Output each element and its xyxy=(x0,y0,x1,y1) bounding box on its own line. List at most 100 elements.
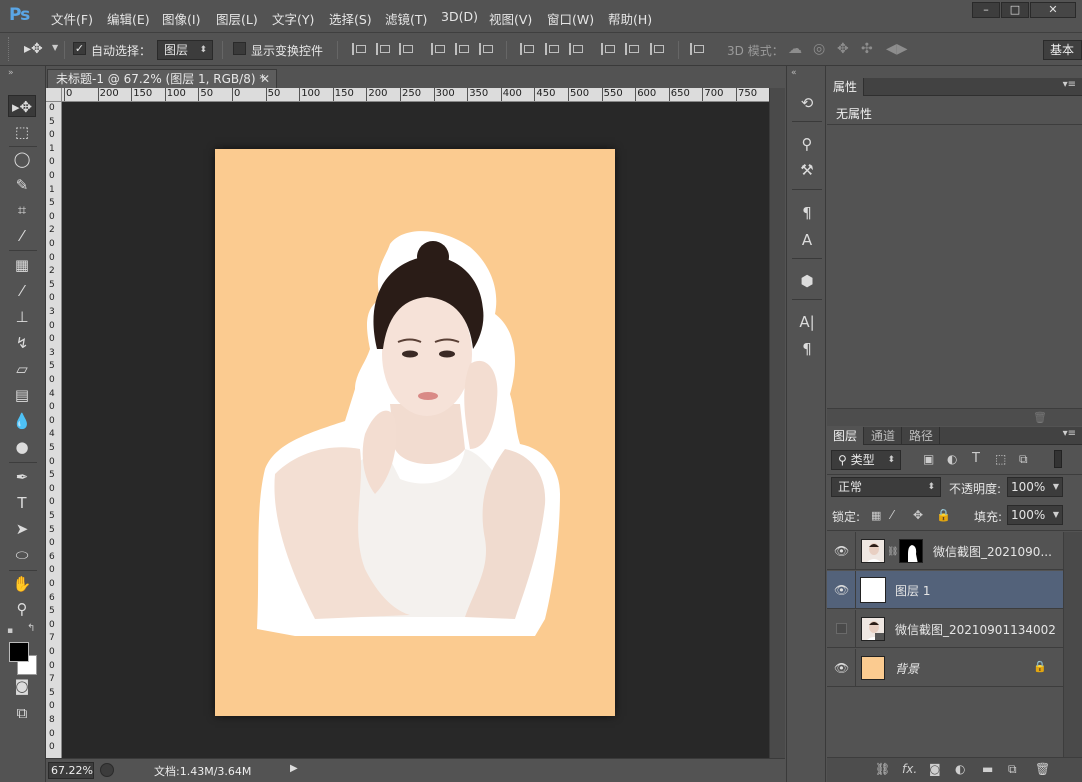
workspace-switcher-button[interactable]: 基本 xyxy=(1043,40,1082,60)
lasso-tool-icon[interactable]: ◯ xyxy=(8,148,36,170)
new-group-icon[interactable]: ▬ xyxy=(982,762,993,776)
layer-row-selected[interactable]: 👁 图层 1 xyxy=(827,571,1063,609)
filter-smart-object-icon[interactable]: ⧉ xyxy=(1019,452,1028,467)
gradient-tool-icon[interactable]: ▤ xyxy=(8,384,36,406)
chevron-down-icon[interactable]: ▼ xyxy=(52,43,58,52)
filter-adjustment-icon[interactable]: ◐ xyxy=(947,452,957,466)
zoom-tool-icon[interactable]: ⚲ xyxy=(8,598,36,620)
paragraph-styles-panel-icon[interactable]: ¶ xyxy=(795,201,819,225)
layer-filter-select[interactable]: ⚲ 类型 ⬍ xyxy=(831,450,901,470)
collapse-arrows-icon[interactable]: « xyxy=(791,68,797,78)
auto-select-target-select[interactable]: 图层 ⬍ xyxy=(157,40,213,60)
hand-tool-icon[interactable]: ✋ xyxy=(8,573,36,595)
eye-icon[interactable]: 👁 xyxy=(834,583,849,597)
status-menu-arrow-icon[interactable]: ▶ xyxy=(290,763,298,774)
distribute-left-icon[interactable] xyxy=(601,43,615,55)
menu-layer[interactable]: 图层(L) xyxy=(216,9,258,28)
layer-name[interactable]: 微信截图_20210901134002 xyxy=(895,621,1056,638)
tab-layers[interactable]: 图层 xyxy=(827,427,865,445)
eye-icon[interactable]: 👁 xyxy=(834,661,849,675)
canvas-workspace[interactable] xyxy=(62,102,769,758)
brush-tool-icon[interactable]: ⁄ xyxy=(8,280,36,302)
lock-all-icon[interactable]: 🔒 xyxy=(936,508,951,522)
layer-name[interactable]: 微信截图_2021090... xyxy=(933,543,1052,560)
clone-stamp-tool-icon[interactable]: ⊥ xyxy=(8,306,36,328)
link-layers-icon[interactable]: ⛓ xyxy=(875,762,890,776)
vertical-scrollbar[interactable] xyxy=(769,88,785,758)
marquee-tool-icon[interactable]: ⬚ xyxy=(8,121,36,143)
history-brush-tool-icon[interactable]: ↯ xyxy=(8,332,36,354)
tab-paths[interactable]: 路径 xyxy=(903,427,941,445)
vertical-ruler[interactable]: 0 5 0 1 0 0 1 5 0 2 0 0 2 5 0 3 0 0 3 5 0 4 0 0 4 5 0 5 0 0 5 5 0 6 0 0 6 5 0 7… xyxy=(46,102,62,758)
layer-name[interactable]: 背景 xyxy=(895,660,919,677)
layer-mask-thumbnail[interactable] xyxy=(899,539,923,563)
character-styles-panel-icon[interactable]: A xyxy=(795,228,819,252)
lock-transparent-icon[interactable]: ▦ xyxy=(871,509,881,522)
fill-field[interactable]: 100% ▼ xyxy=(1007,505,1063,525)
dodge-tool-icon[interactable]: ● xyxy=(8,436,36,458)
close-window-button[interactable]: ✕ xyxy=(1030,2,1076,18)
layer-row[interactable]: 👁 背景 🔒 xyxy=(827,649,1063,687)
align-right-icon[interactable] xyxy=(479,43,493,55)
default-colors-icon[interactable]: ▪ xyxy=(7,626,13,636)
opacity-field[interactable]: 100% ▼ xyxy=(1007,477,1063,497)
visibility-off-box[interactable] xyxy=(836,623,847,634)
distribute-bottom-icon[interactable] xyxy=(569,43,583,55)
visibility-cell[interactable]: 👁 xyxy=(827,532,856,570)
eye-icon[interactable]: 👁 xyxy=(834,544,849,558)
align-hcenter-icon[interactable] xyxy=(455,43,469,55)
foreground-color-swatch[interactable] xyxy=(9,642,29,662)
screen-mode-icon[interactable]: ⧉ xyxy=(8,702,36,724)
close-document-icon[interactable]: ✕ xyxy=(260,70,270,88)
maximize-button[interactable]: □ xyxy=(1001,2,1029,18)
chain-link-icon[interactable]: ⛓ xyxy=(887,547,898,557)
tab-channels[interactable]: 通道 xyxy=(865,427,903,445)
filter-shape-icon[interactable]: ⬚ xyxy=(995,452,1006,466)
filter-pixel-icon[interactable]: ▣ xyxy=(923,452,934,466)
menu-view[interactable]: 视图(V) xyxy=(489,9,532,28)
move-tool-icon[interactable]: ▸✥ xyxy=(8,95,36,117)
menu-3d[interactable]: 3D(D) xyxy=(441,9,478,24)
distribute-vcenter-icon[interactable] xyxy=(545,43,559,55)
eyedropper-tool-icon[interactable]: ⁄ xyxy=(8,225,36,247)
history-panel-icon[interactable]: ⟲ xyxy=(795,91,819,115)
distribute-hcenter-icon[interactable] xyxy=(625,43,639,55)
panel-menu-icon[interactable]: ▾≡ xyxy=(1063,79,1076,90)
new-layer-icon[interactable]: ⧉ xyxy=(1008,762,1017,777)
layer-name[interactable]: 图层 1 xyxy=(895,582,930,599)
menu-edit[interactable]: 编辑(E) xyxy=(107,9,150,28)
blend-mode-select[interactable]: 正常 ⬍ xyxy=(831,477,941,497)
menu-help[interactable]: 帮助(H) xyxy=(608,9,652,28)
layers-scrollbar[interactable] xyxy=(1063,532,1082,757)
pen-tool-icon[interactable]: ✒ xyxy=(8,466,36,488)
tool-presets-panel-icon[interactable]: ⚒ xyxy=(795,158,819,182)
brush-presets-panel-icon[interactable]: ⚲ xyxy=(795,132,819,156)
menu-file[interactable]: 文件(F) xyxy=(51,9,93,28)
document-tab[interactable]: 未标题-1 @ 67.2% (图层 1, RGB/8) * ✕ xyxy=(47,69,277,88)
eraser-tool-icon[interactable]: ▱ xyxy=(8,358,36,380)
shape-tool-icon[interactable]: ⬭ xyxy=(8,544,36,566)
path-selection-tool-icon[interactable]: ➤ xyxy=(8,518,36,540)
align-bottom-icon[interactable] xyxy=(399,43,413,55)
show-transform-checkbox[interactable] xyxy=(233,42,246,55)
share-icon[interactable] xyxy=(100,763,114,777)
visibility-cell[interactable] xyxy=(827,610,856,648)
ruler-origin[interactable] xyxy=(46,88,62,102)
lock-position-icon[interactable]: ✥ xyxy=(913,508,923,522)
auto-select-checkbox[interactable]: ✓ xyxy=(73,42,86,55)
blur-tool-icon[interactable]: 💧 xyxy=(8,410,36,432)
move-tool-preset-icon[interactable]: ▸✥ xyxy=(24,41,43,57)
menu-type[interactable]: 文字(Y) xyxy=(272,9,314,28)
filter-toggle[interactable] xyxy=(1054,450,1062,468)
tab-properties[interactable]: 属性 xyxy=(827,78,865,96)
zoom-field[interactable]: 67.22% xyxy=(48,762,94,779)
collapse-arrows-icon[interactable]: » xyxy=(8,68,14,78)
delete-layer-icon[interactable]: 🗑 xyxy=(1035,762,1050,776)
paragraph-panel-icon[interactable]: ¶ xyxy=(795,337,819,361)
adjustment-layer-icon[interactable]: ◐ xyxy=(955,762,965,776)
auto-align-icon[interactable] xyxy=(690,43,704,55)
3d-panel-icon[interactable]: ⬢ xyxy=(795,269,819,293)
minimize-button[interactable]: – xyxy=(972,2,1000,18)
add-mask-icon[interactable]: ◙ xyxy=(929,762,941,776)
quick-selection-tool-icon[interactable]: ✎ xyxy=(8,174,36,196)
